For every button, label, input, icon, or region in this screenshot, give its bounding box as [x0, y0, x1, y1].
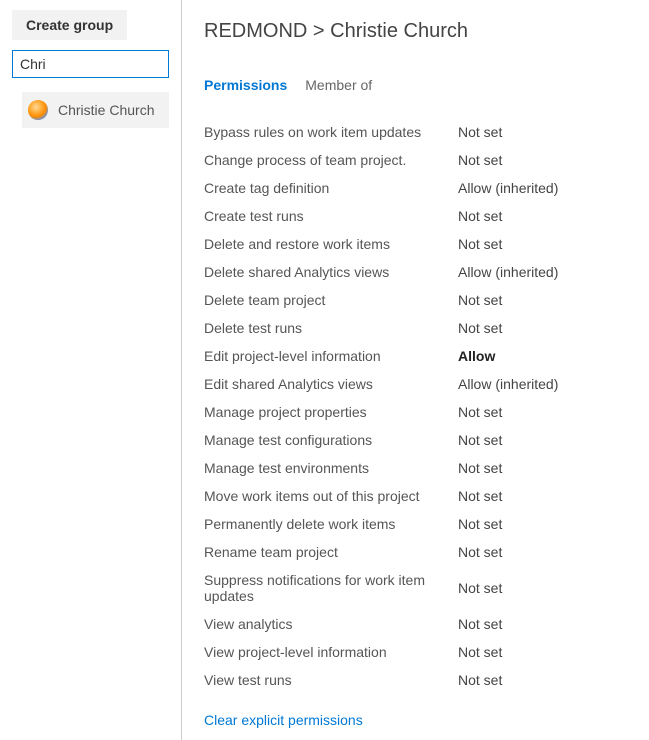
- permission-label: Delete shared Analytics views: [204, 264, 458, 280]
- permission-row: View test runsNot set: [204, 666, 631, 694]
- permission-label: Edit shared Analytics views: [204, 376, 458, 392]
- permission-row: View project-level informationNot set: [204, 638, 631, 666]
- avatar-icon: [28, 100, 48, 120]
- breadcrumb: REDMOND > Christie Church: [204, 20, 631, 43]
- permission-row: Permanently delete work itemsNot set: [204, 510, 631, 538]
- permissions-list: Bypass rules on work item updatesNot set…: [204, 118, 631, 694]
- tab-member-of[interactable]: Member of: [305, 77, 372, 96]
- breadcrumb-scope[interactable]: REDMOND: [204, 20, 307, 42]
- permission-label: View test runs: [204, 672, 458, 688]
- clear-explicit-permissions-link[interactable]: Clear explicit permissions: [204, 712, 363, 728]
- permission-label: Delete and restore work items: [204, 236, 458, 252]
- permission-row: Delete test runsNot set: [204, 314, 631, 342]
- permission-row: Suppress notifications for work item upd…: [204, 566, 631, 610]
- permission-row: Manage test configurationsNot set: [204, 426, 631, 454]
- permission-value[interactable]: Not set: [458, 580, 502, 596]
- permission-value[interactable]: Not set: [458, 124, 502, 140]
- permission-row: Create tag definitionAllow (inherited): [204, 174, 631, 202]
- permission-value[interactable]: Not set: [458, 672, 502, 688]
- create-group-button[interactable]: Create group: [12, 10, 127, 40]
- permission-value[interactable]: Not set: [458, 544, 502, 560]
- permission-row: Edit shared Analytics viewsAllow (inheri…: [204, 370, 631, 398]
- search-input[interactable]: [12, 50, 169, 78]
- permission-value[interactable]: Not set: [458, 488, 502, 504]
- permission-label: Permanently delete work items: [204, 516, 458, 532]
- permission-value[interactable]: Not set: [458, 152, 502, 168]
- permission-label: Bypass rules on work item updates: [204, 124, 458, 140]
- permission-value[interactable]: Not set: [458, 460, 502, 476]
- permission-label: Create test runs: [204, 208, 458, 224]
- tabs: Permissions Member of: [204, 77, 631, 96]
- chevron-right-icon: >: [313, 20, 325, 42]
- sidebar-user-name: Christie Church: [58, 102, 154, 118]
- permission-value[interactable]: Allow (inherited): [458, 376, 558, 392]
- permission-label: Create tag definition: [204, 180, 458, 196]
- main-panel: REDMOND > Christie Church Permissions Me…: [182, 0, 649, 740]
- permission-value[interactable]: Not set: [458, 432, 502, 448]
- sidebar: Create group Christie Church: [0, 0, 182, 740]
- permission-value[interactable]: Not set: [458, 404, 502, 420]
- permission-row: Manage project propertiesNot set: [204, 398, 631, 426]
- permission-label: Delete team project: [204, 292, 458, 308]
- permission-row: Bypass rules on work item updatesNot set: [204, 118, 631, 146]
- permission-row: Edit project-level informationAllow: [204, 342, 631, 370]
- permission-label: Manage project properties: [204, 404, 458, 420]
- permission-label: View analytics: [204, 616, 458, 632]
- permission-value[interactable]: Not set: [458, 236, 502, 252]
- permission-value[interactable]: Not set: [458, 320, 502, 336]
- permission-label: Move work items out of this project: [204, 488, 458, 504]
- permission-value[interactable]: Not set: [458, 292, 502, 308]
- permission-label: Delete test runs: [204, 320, 458, 336]
- permission-label: View project-level information: [204, 644, 458, 660]
- sidebar-user-item[interactable]: Christie Church: [22, 92, 169, 128]
- permission-label: Rename team project: [204, 544, 458, 560]
- permission-row: Manage test environmentsNot set: [204, 454, 631, 482]
- permission-row: Change process of team project.Not set: [204, 146, 631, 174]
- permission-row: Rename team projectNot set: [204, 538, 631, 566]
- permission-row: Delete shared Analytics viewsAllow (inhe…: [204, 258, 631, 286]
- permission-value[interactable]: Allow (inherited): [458, 264, 558, 280]
- permission-value[interactable]: Allow: [458, 348, 495, 364]
- permission-row: Delete and restore work itemsNot set: [204, 230, 631, 258]
- permission-row: Delete team projectNot set: [204, 286, 631, 314]
- permission-value[interactable]: Allow (inherited): [458, 180, 558, 196]
- permission-value[interactable]: Not set: [458, 616, 502, 632]
- permission-row: Move work items out of this projectNot s…: [204, 482, 631, 510]
- permission-label: Manage test configurations: [204, 432, 458, 448]
- permission-value[interactable]: Not set: [458, 516, 502, 532]
- permission-label: Edit project-level information: [204, 348, 458, 364]
- permission-label: Change process of team project.: [204, 152, 458, 168]
- permission-value[interactable]: Not set: [458, 644, 502, 660]
- breadcrumb-subject: Christie Church: [330, 20, 468, 42]
- permission-label: Manage test environments: [204, 460, 458, 476]
- tab-permissions[interactable]: Permissions: [204, 77, 287, 96]
- permission-row: View analyticsNot set: [204, 610, 631, 638]
- permission-row: Create test runsNot set: [204, 202, 631, 230]
- permission-label: Suppress notifications for work item upd…: [204, 572, 458, 604]
- permission-value[interactable]: Not set: [458, 208, 502, 224]
